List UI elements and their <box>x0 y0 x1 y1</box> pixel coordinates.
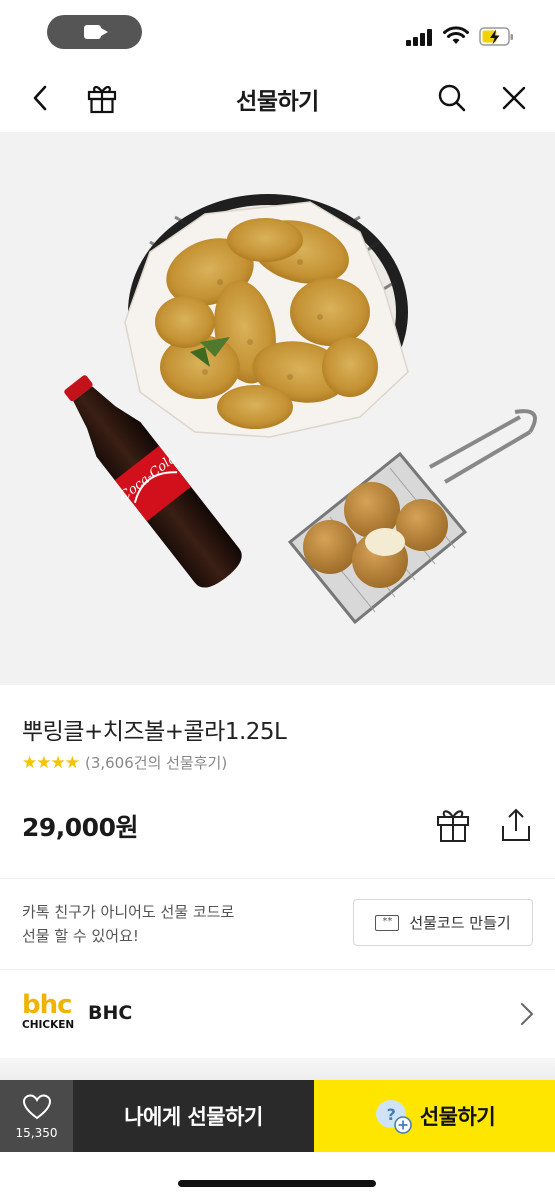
gift-code-info: 카톡 친구가 아니어도 선물 코드로 선물 할 수 있어요! <box>22 900 322 948</box>
send-gift-label: 선물하기 <box>419 1105 496 1129</box>
gift-code-info-line1: 카톡 친구가 아니어도 선물 코드로 <box>22 903 235 921</box>
active-call-indicator[interactable] <box>47 15 142 49</box>
brand-logo-text: bhc <box>22 990 73 1020</box>
gift-code-info-line2: 선물 할 수 있어요! <box>22 927 139 945</box>
wishlist-count: 15,350 <box>15 1126 58 1140</box>
friend-gift-icon: ? <box>375 1100 412 1134</box>
section-spacer <box>0 1058 555 1080</box>
share-icon <box>502 808 530 841</box>
svg-text:?: ? <box>386 1105 395 1124</box>
home-indicator[interactable] <box>178 1180 376 1187</box>
gift-icon <box>437 810 469 842</box>
cellular-signal-icon <box>406 28 434 46</box>
close-icon <box>502 86 526 110</box>
heart-icon <box>22 1094 52 1120</box>
status-bar <box>0 0 555 62</box>
search-icon <box>438 84 466 112</box>
search-button[interactable] <box>432 78 472 118</box>
safe-area <box>0 1152 555 1200</box>
create-gift-code-button[interactable]: ** 선물코드 만들기 <box>353 899 533 946</box>
rating-row[interactable]: ★★★★ (3,606건의 선물후기) <box>22 752 227 773</box>
create-gift-code-label: 선물코드 만들기 <box>409 914 511 932</box>
brand-row[interactable]: bhc CHICKEN BHC <box>0 970 555 1058</box>
battery-charging-icon <box>479 27 513 46</box>
section-divider <box>0 878 555 879</box>
brand-logo-subtext: CHICKEN <box>22 1019 75 1031</box>
brand-logo: bhc CHICKEN <box>22 992 74 1038</box>
gift-wish-button[interactable] <box>436 806 472 846</box>
product-image[interactable]: Coca-Cola <box>0 132 555 685</box>
navigation-bar: 선물하기 <box>0 62 555 132</box>
wishlist-button[interactable]: 15,350 <box>0 1080 73 1152</box>
product-price: 29,000원 <box>22 813 138 842</box>
wifi-icon <box>443 26 469 44</box>
share-button[interactable] <box>500 806 536 846</box>
send-gift-button[interactable]: ? 선물하기 <box>314 1080 555 1152</box>
brand-name: BHC <box>88 1002 133 1024</box>
star-rating: ★★★★ <box>22 752 80 773</box>
gift-to-self-button[interactable]: 나에게 선물하기 <box>73 1080 314 1152</box>
chevron-right-icon <box>521 1003 533 1025</box>
video-call-icon <box>84 25 108 39</box>
product-photo-illustration: Coca-Cola <box>64 194 537 625</box>
ticket-icon: ** <box>375 914 400 931</box>
product-name: 뿌링클+치즈볼+콜라1.25L <box>22 719 287 745</box>
close-button[interactable] <box>494 78 534 118</box>
review-count: (3,606건의 선물후기) <box>84 754 228 772</box>
page: 선물하기 Coca-Cola 뿌링클+치즈볼+콜라1.25L ★★★★ (3,6… <box>0 0 555 1200</box>
bottom-action-bar: 15,350 나에게 선물하기 ? 선물하기 <box>0 1080 555 1152</box>
